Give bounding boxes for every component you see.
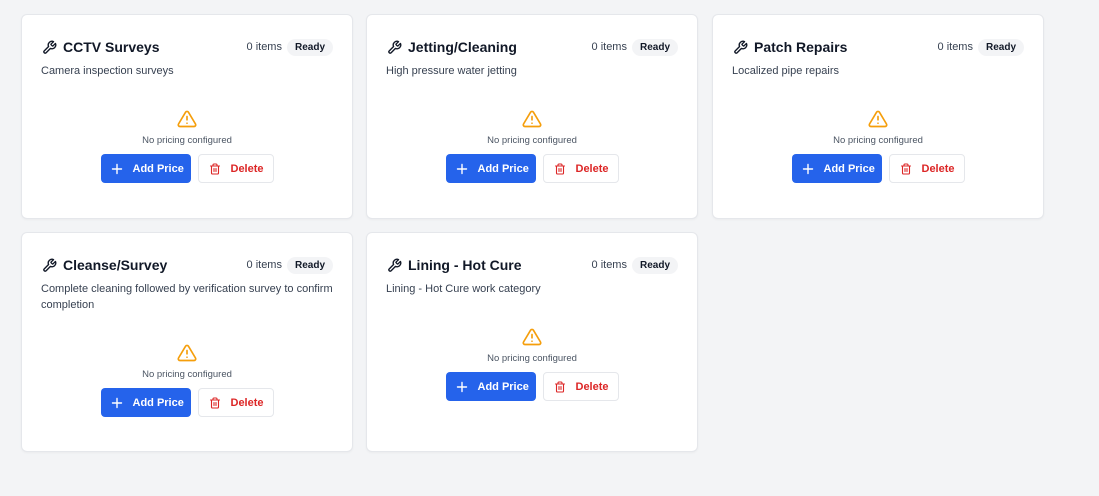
plus-icon: [111, 397, 123, 409]
item-count: 0 items: [591, 41, 627, 53]
empty-state-text: No pricing configured: [487, 135, 577, 146]
card-header: Patch Repairs 0 items Ready: [732, 37, 1024, 57]
category-grid: CCTV Surveys 0 items Ready Camera inspec…: [21, 14, 1045, 484]
card-header: Cleanse/Survey 0 items Ready: [41, 255, 333, 275]
empty-state-text: No pricing configured: [142, 135, 232, 146]
card-title: Lining - Hot Cure: [408, 257, 522, 273]
delete-button[interactable]: Delete: [197, 388, 274, 417]
item-count: 0 items: [246, 259, 282, 271]
status-badge: Ready: [631, 256, 678, 274]
wrench-icon: [386, 39, 402, 55]
add-price-button[interactable]: Add Price: [100, 388, 191, 417]
card-description: Lining - Hot Cure work category: [386, 283, 541, 295]
status-badge: Ready: [977, 38, 1024, 56]
card-title: Jetting/Cleaning: [408, 39, 517, 55]
card-title: Cleanse/Survey: [63, 257, 168, 273]
card-actions: Add Price Delete: [100, 388, 274, 417]
card-description: Camera inspection surveys: [41, 65, 174, 77]
card-title: Patch Repairs: [754, 39, 848, 55]
status-badge: Ready: [286, 38, 333, 56]
delete-button[interactable]: Delete: [542, 154, 619, 183]
trash-icon: [554, 380, 566, 393]
delete-label: Delete: [230, 162, 264, 175]
empty-state-text: No pricing configured: [142, 369, 232, 380]
card-description: Localized pipe repairs: [732, 65, 840, 77]
status-badge: Ready: [631, 38, 678, 56]
empty-state: No pricing configured Add Price Delete: [367, 109, 697, 183]
warning-triangle-icon: [868, 109, 888, 129]
add-price-button[interactable]: Add Price: [445, 154, 536, 183]
item-count: 0 items: [591, 259, 627, 271]
wrench-icon: [732, 39, 748, 55]
wrench-icon: [386, 257, 402, 273]
plus-icon: [111, 163, 123, 175]
card-actions: Add Price Delete: [791, 154, 965, 183]
empty-state-text: No pricing configured: [833, 135, 923, 146]
warning-triangle-icon: [177, 109, 197, 129]
card-actions: Add Price Delete: [445, 154, 619, 183]
trash-icon: [900, 162, 912, 175]
card-header: Jetting/Cleaning 0 items Ready: [386, 37, 678, 57]
wrench-icon: [41, 257, 57, 273]
card-meta: 0 items Ready: [246, 38, 333, 56]
plus-icon: [456, 381, 468, 393]
empty-state: No pricing configured Add Price Delete: [713, 109, 1043, 183]
add-price-label: Add Price: [477, 162, 529, 175]
empty-state: No pricing configured Add Price Delete: [367, 327, 697, 401]
add-price-label: Add Price: [477, 380, 529, 393]
trash-icon: [209, 162, 221, 175]
category-card: Jetting/Cleaning 0 items Ready High pres…: [366, 14, 698, 219]
warning-triangle-icon: [177, 343, 197, 363]
warning-triangle-icon: [522, 109, 542, 129]
delete-label: Delete: [230, 396, 264, 409]
empty-state: No pricing configured Add Price Delete: [22, 109, 352, 183]
empty-state-text: No pricing configured: [487, 353, 577, 364]
card-meta: 0 items Ready: [246, 256, 333, 274]
delete-button[interactable]: Delete: [197, 154, 274, 183]
category-card: Cleanse/Survey 0 items Ready Complete cl…: [21, 232, 353, 452]
card-description: Complete cleaning followed by verificati…: [41, 283, 333, 311]
delete-button[interactable]: Delete: [542, 372, 619, 401]
plus-icon: [802, 163, 814, 175]
card-title: CCTV Surveys: [63, 39, 160, 55]
add-price-label: Add Price: [823, 162, 875, 175]
trash-icon: [209, 396, 221, 409]
delete-label: Delete: [921, 162, 955, 175]
card-actions: Add Price Delete: [445, 372, 619, 401]
item-count: 0 items: [246, 41, 282, 53]
trash-icon: [554, 162, 566, 175]
add-price-button[interactable]: Add Price: [791, 154, 882, 183]
wrench-icon: [41, 39, 57, 55]
card-actions: Add Price Delete: [100, 154, 274, 183]
add-price-label: Add Price: [132, 396, 184, 409]
add-price-label: Add Price: [132, 162, 184, 175]
empty-state: No pricing configured Add Price Delete: [22, 343, 352, 417]
category-card: CCTV Surveys 0 items Ready Camera inspec…: [21, 14, 353, 219]
card-header: CCTV Surveys 0 items Ready: [41, 37, 333, 57]
category-card: Patch Repairs 0 items Ready Localized pi…: [712, 14, 1044, 219]
add-price-button[interactable]: Add Price: [445, 372, 536, 401]
plus-icon: [456, 163, 468, 175]
status-badge: Ready: [286, 256, 333, 274]
category-card: Lining - Hot Cure 0 items Ready Lining -…: [366, 232, 698, 452]
add-price-button[interactable]: Add Price: [100, 154, 191, 183]
card-meta: 0 items Ready: [591, 256, 678, 274]
delete-label: Delete: [575, 380, 609, 393]
card-header: Lining - Hot Cure 0 items Ready: [386, 255, 678, 275]
warning-triangle-icon: [522, 327, 542, 347]
item-count: 0 items: [937, 41, 973, 53]
delete-button[interactable]: Delete: [888, 154, 965, 183]
delete-label: Delete: [575, 162, 609, 175]
card-meta: 0 items Ready: [937, 38, 1024, 56]
card-description: High pressure water jetting: [386, 65, 517, 77]
card-meta: 0 items Ready: [591, 38, 678, 56]
